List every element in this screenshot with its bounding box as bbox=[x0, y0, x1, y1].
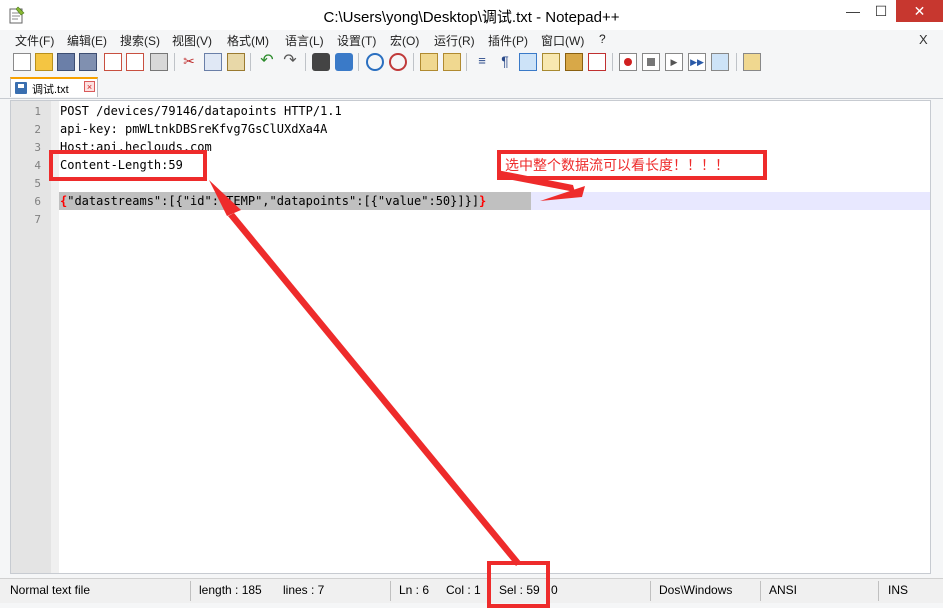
status-bar: Normal text file length : 185 lines : 7 … bbox=[0, 578, 943, 603]
status-eol[interactable]: Dos\Windows bbox=[659, 583, 732, 597]
json-payload: "datastreams":[{"id":"TEMP","datapoints"… bbox=[67, 194, 480, 208]
show-all-chars-icon[interactable]: ¶ bbox=[496, 53, 514, 71]
toolbar: ✂ ↶ ↷ ≡ ¶ ▶ ▶▶ bbox=[0, 50, 943, 74]
word-wrap-icon[interactable]: ≡ bbox=[473, 53, 491, 71]
tab-label: 调试.txt bbox=[32, 84, 69, 96]
line-number: 7 bbox=[34, 213, 41, 226]
status-encoding[interactable]: ANSI bbox=[769, 583, 797, 597]
status-ln: Ln : 6 bbox=[399, 583, 430, 597]
redo-icon[interactable]: ↷ bbox=[281, 53, 299, 71]
menu-format[interactable]: 格式(M) bbox=[227, 32, 269, 49]
line-number: 6 bbox=[34, 195, 41, 208]
menu-language[interactable]: 语言(L) bbox=[285, 32, 324, 49]
code-line: api-key: pmWLtnkDBSreKfvg7GsClUXdXa4A bbox=[60, 122, 328, 136]
status-insert-mode[interactable]: INS bbox=[888, 583, 908, 597]
menu-window[interactable]: 窗口(W) bbox=[541, 32, 584, 49]
menu-help[interactable]: ? bbox=[599, 32, 606, 46]
menu-plugins[interactable]: 插件(P) bbox=[488, 32, 528, 49]
indent-guide-icon[interactable] bbox=[519, 53, 537, 71]
run-macro-multiple-icon[interactable]: ▶▶ bbox=[688, 53, 706, 71]
status-col: Col : 1 bbox=[446, 583, 481, 597]
print-icon[interactable] bbox=[150, 53, 168, 71]
save-macro-icon[interactable] bbox=[711, 53, 729, 71]
status-length: length : 185 bbox=[199, 583, 262, 597]
open-file-icon[interactable] bbox=[35, 53, 53, 71]
minimize-button[interactable]: — bbox=[840, 0, 866, 24]
status-sel-tail: 0 bbox=[551, 583, 558, 597]
close-icon[interactable] bbox=[104, 53, 122, 71]
save-icon[interactable] bbox=[57, 53, 75, 71]
new-file-icon[interactable] bbox=[13, 53, 31, 71]
menu-bar: 文件(F) 编辑(E) 搜索(S) 视图(V) 格式(M) 语言(L) 设置(T… bbox=[0, 30, 943, 50]
function-list-icon[interactable] bbox=[588, 53, 606, 71]
menu-edit[interactable]: 编辑(E) bbox=[67, 32, 107, 49]
annotation-box-sel bbox=[487, 561, 550, 608]
code-line-selected: {"datastreams":[{"id":"TEMP","datapoints… bbox=[60, 194, 486, 208]
close-window-button[interactable]: ✕ bbox=[896, 0, 943, 22]
launch-browser-icon[interactable] bbox=[743, 53, 761, 71]
brace-close: } bbox=[479, 194, 487, 208]
close-document-button[interactable]: X bbox=[919, 32, 928, 47]
annotation-note: 选中整个数据流可以看长度！！！！ bbox=[497, 150, 767, 180]
play-macro-icon[interactable]: ▶ bbox=[665, 53, 683, 71]
find-icon[interactable] bbox=[312, 53, 330, 71]
saved-file-icon bbox=[15, 82, 27, 94]
paste-icon[interactable] bbox=[227, 53, 245, 71]
stop-macro-icon[interactable] bbox=[642, 53, 660, 71]
doc-map-icon[interactable] bbox=[565, 53, 583, 71]
undo-icon[interactable]: ↶ bbox=[258, 53, 276, 71]
cut-icon[interactable]: ✂ bbox=[180, 53, 198, 71]
tab-close-icon[interactable]: × bbox=[84, 81, 95, 92]
line-number: 2 bbox=[34, 123, 41, 136]
sync-vertical-icon[interactable] bbox=[420, 53, 438, 71]
menu-file[interactable]: 文件(F) bbox=[15, 32, 54, 49]
menu-settings[interactable]: 设置(T) bbox=[337, 32, 376, 49]
close-all-icon[interactable] bbox=[126, 53, 144, 71]
status-lines: lines : 7 bbox=[283, 583, 325, 597]
tab-bar: 调试.txt × bbox=[0, 76, 943, 99]
menu-view[interactable]: 视图(V) bbox=[172, 32, 212, 49]
line-number: 5 bbox=[34, 177, 41, 190]
window-title: C:\Users\yong\Desktop\调试.txt - Notepad++ bbox=[323, 9, 620, 26]
line-number: 4 bbox=[34, 159, 41, 172]
zoom-out-icon[interactable] bbox=[389, 53, 407, 71]
title-bar: C:\Users\yong\Desktop\调试.txt - Notepad++… bbox=[0, 0, 943, 30]
annotation-box-content-length bbox=[49, 150, 207, 181]
save-all-icon[interactable] bbox=[79, 53, 97, 71]
menu-search[interactable]: 搜索(S) bbox=[120, 32, 160, 49]
record-macro-icon[interactable] bbox=[619, 53, 637, 71]
menu-macro[interactable]: 宏(O) bbox=[390, 32, 419, 49]
code-line: POST /devices/79146/datapoints HTTP/1.1 bbox=[60, 104, 342, 118]
copy-icon[interactable] bbox=[204, 53, 222, 71]
sync-horizontal-icon[interactable] bbox=[443, 53, 461, 71]
tab-debug-txt[interactable]: 调试.txt × bbox=[10, 77, 98, 97]
line-number: 1 bbox=[34, 105, 41, 118]
replace-icon[interactable] bbox=[335, 53, 353, 71]
maximize-button[interactable]: ☐ bbox=[868, 0, 894, 24]
zoom-in-icon[interactable] bbox=[366, 53, 384, 71]
user-lang-icon[interactable] bbox=[542, 53, 560, 71]
status-file-type: Normal text file bbox=[10, 583, 91, 597]
line-number: 3 bbox=[34, 141, 41, 154]
menu-run[interactable]: 运行(R) bbox=[434, 32, 475, 49]
